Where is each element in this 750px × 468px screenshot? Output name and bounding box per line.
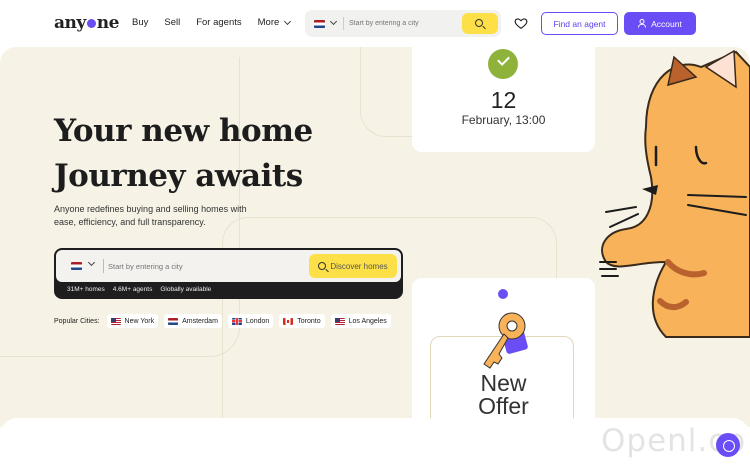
appointment-card: 12 February, 13:00 <box>412 47 595 152</box>
uk-flag-icon <box>231 317 242 325</box>
headline-line-1: Your new home <box>54 113 313 149</box>
header-search-button[interactable] <box>462 13 498 34</box>
discover-homes-label: Discover homes <box>330 261 388 271</box>
city-name: Los Angeles <box>348 317 387 325</box>
hero-search-bar: Discover homes <box>56 250 401 282</box>
city-name: Amsterdam <box>182 317 218 325</box>
popular-cities: Popular Cities: New York Amsterdam Londo… <box>54 314 397 328</box>
search-icon <box>475 19 483 27</box>
netherlands-flag-icon <box>168 317 179 325</box>
offer-line-1: New <box>480 370 527 396</box>
us-flag-icon <box>334 317 345 325</box>
hero-section: Your new home Journey awaits Anyone rede… <box>0 47 750 427</box>
city-name: London <box>245 317 270 325</box>
hero-stats: 31M+ homes 4.6M+ agents Globally availab… <box>67 286 211 293</box>
stat-availability: Globally available <box>160 286 212 293</box>
offer-title: New Offer <box>412 372 595 418</box>
hero-search-input[interactable] <box>108 259 258 274</box>
divider <box>103 259 104 273</box>
divider <box>343 17 344 30</box>
chat-button[interactable] <box>716 433 740 457</box>
discover-homes-button[interactable]: Discover homes <box>309 254 397 278</box>
main-nav: Buy Sell For agents More <box>132 17 306 28</box>
header-search-input[interactable] <box>349 16 461 31</box>
city-chip-los-angeles[interactable]: Los Angeles <box>330 314 391 328</box>
cat-illustration <box>599 49 750 338</box>
hero-subline: Anyone redefines buying and selling home… <box>54 204 247 227</box>
stat-homes: 31M+ homes <box>67 286 105 293</box>
chevron-down-icon[interactable] <box>329 17 338 26</box>
chevron-down-icon <box>284 17 292 25</box>
account-label: Account <box>651 18 682 29</box>
logo-dot-icon <box>86 19 96 28</box>
city-name: New York <box>124 317 155 325</box>
city-chip-amsterdam[interactable]: Amsterdam <box>164 314 222 328</box>
appointment-day: 12 <box>490 87 517 113</box>
logo[interactable]: any ne <box>54 13 119 33</box>
offer-line-2: Offer <box>478 393 529 419</box>
check-icon <box>488 49 518 79</box>
purple-dot-icon <box>498 289 508 299</box>
nav-buy[interactable]: Buy <box>132 17 148 28</box>
chevron-down-icon[interactable] <box>87 258 96 267</box>
stat-agents: 4.6M+ agents <box>112 286 153 293</box>
headline-line-2: Journey awaits <box>54 158 303 194</box>
hero-search-box: Discover homes 31M+ homes 4.6M+ agents G… <box>54 248 403 299</box>
city-chip-london[interactable]: London <box>227 314 274 328</box>
user-icon <box>638 19 647 28</box>
netherlands-flag-icon[interactable] <box>71 262 82 270</box>
city-name: Toronto <box>297 317 321 325</box>
nav-more[interactable]: More <box>257 17 292 28</box>
find-agent-label: Find an agent <box>553 18 606 29</box>
appointment-month-time: February, 13:00 <box>461 113 546 127</box>
city-chip-toronto[interactable]: Toronto <box>279 314 325 328</box>
nav-sell[interactable]: Sell <box>164 17 180 28</box>
netherlands-flag-icon[interactable] <box>314 20 325 28</box>
city-chip-new-york[interactable]: New York <box>106 314 159 328</box>
heart-icon[interactable] <box>514 16 528 30</box>
key-icon <box>483 312 528 369</box>
new-offer-card: New Offer <box>412 278 595 427</box>
header-search <box>305 10 501 37</box>
popular-cities-label: Popular Cities: <box>54 317 100 325</box>
account-button[interactable]: Account <box>624 12 696 35</box>
nav-for-agents[interactable]: For agents <box>196 17 241 28</box>
search-icon <box>318 262 327 270</box>
site-header: anyne Buy Sell For agents More Find an a… <box>0 0 750 47</box>
us-flag-icon <box>110 317 121 325</box>
nav-more-label: More <box>257 17 280 28</box>
hero-headline: Your new home Journey awaits <box>54 109 313 199</box>
canada-flag-icon <box>283 317 294 325</box>
find-agent-button[interactable]: Find an agent <box>541 12 618 35</box>
